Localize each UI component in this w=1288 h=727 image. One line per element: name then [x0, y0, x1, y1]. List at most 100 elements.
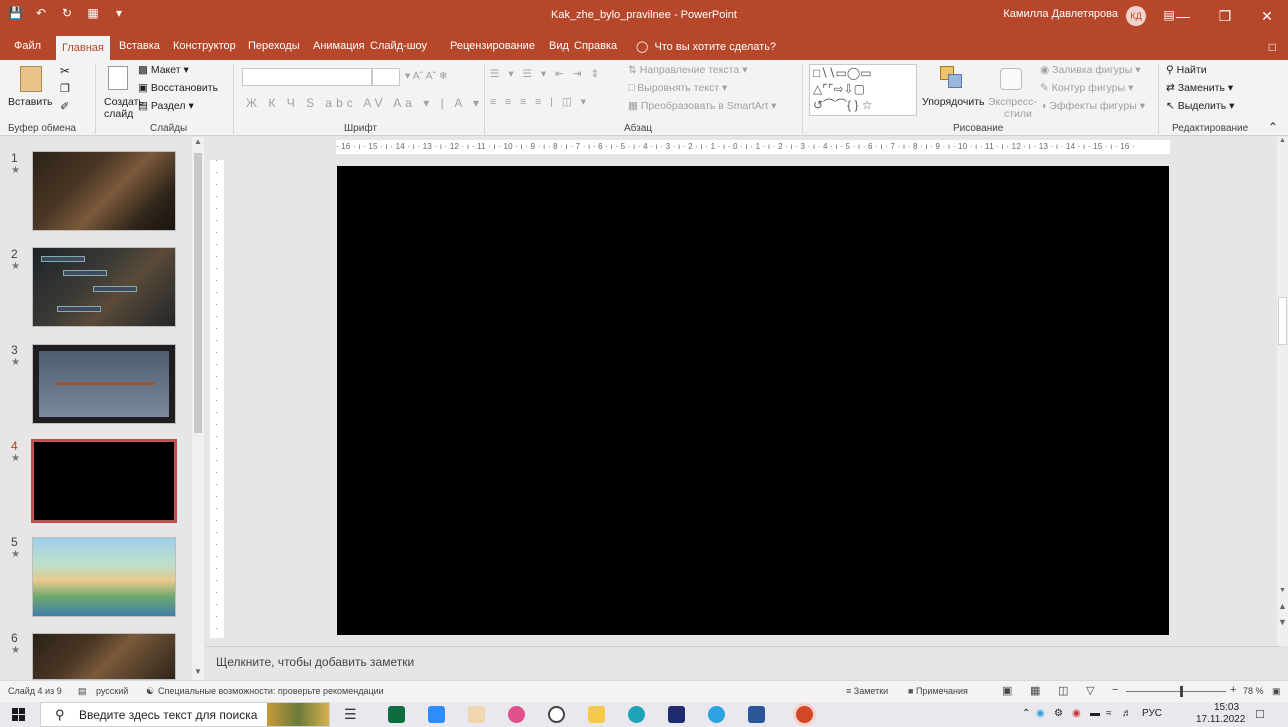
find-button[interactable]: ⚲ Найти — [1166, 64, 1207, 76]
scroll-up-icon[interactable]: ▲ — [1277, 137, 1288, 144]
notes-placeholder[interactable]: Щелкните, чтобы добавить заметки — [216, 655, 414, 669]
align-icons[interactable]: ≡ ≡ ≡ ≡ | ◫ ▾ — [490, 96, 589, 108]
thumbnails-scrollbar[interactable]: ▲ ▼ — [192, 137, 204, 680]
font-format-icons[interactable]: Ж К Ч S abc AV Aa ▾ | A ▾ — [246, 96, 483, 110]
maximize-button[interactable]: ❐ — [1204, 4, 1246, 28]
tab-review[interactable]: Рецензирование — [444, 38, 541, 54]
slide-thumbnail-6[interactable] — [32, 633, 176, 680]
reset-button[interactable]: ▣ Восстановить — [138, 82, 218, 94]
powerpoint-app-icon[interactable] — [796, 706, 813, 723]
tab-design[interactable]: Конструктор — [167, 38, 242, 54]
edge-browser-icon[interactable] — [628, 706, 645, 723]
accessibility-status[interactable]: Специальные возможности: проверьте реком… — [158, 686, 384, 696]
photo-app-icon[interactable] — [468, 706, 485, 723]
tab-transitions[interactable]: Переходы — [242, 38, 306, 54]
notes-pane[interactable]: Щелкните, чтобы добавить заметки — [206, 646, 1280, 680]
zoom-slider-thumb[interactable] — [1180, 686, 1183, 697]
paste-button[interactable]: Вставить — [8, 96, 53, 108]
copy-icon[interactable]: ❐ — [60, 82, 70, 95]
tray-settings-icon[interactable]: ⚙ — [1054, 708, 1063, 719]
text-direction-button[interactable]: ⇅ Направление текста ▾ — [628, 64, 747, 76]
zoom-in-icon[interactable]: + — [1230, 684, 1236, 696]
tab-slideshow[interactable]: Слайд-шоу — [364, 38, 433, 54]
editor-scrollbar-thumb[interactable] — [1278, 297, 1287, 345]
battery-icon[interactable]: ▬ — [1090, 708, 1100, 719]
shape-effects-button[interactable]: ◑ Эффекты фигуры ▾ — [1040, 100, 1145, 112]
zoom-out-icon[interactable]: − — [1112, 684, 1118, 696]
smartart-button[interactable]: ▦ Преобразовать в SmartArt ▾ — [628, 100, 776, 112]
chatgpt-app-icon[interactable] — [548, 706, 565, 723]
quick-styles-button[interactable]: Экспресс- — [988, 96, 1037, 108]
paste-icon[interactable] — [20, 66, 42, 92]
spellcheck-icon[interactable]: ▤ — [78, 686, 87, 697]
arrange-icon[interactable] — [940, 66, 964, 90]
shape-fill-button[interactable]: ◉ Заливка фигуры ▾ — [1040, 64, 1140, 76]
telegram-app-icon[interactable] — [708, 706, 725, 723]
tab-file[interactable]: Файл — [8, 38, 47, 54]
slideshow-view-icon[interactable]: ▽ — [1086, 684, 1094, 697]
keyboard-language[interactable]: РУС — [1142, 708, 1162, 719]
calculator-app-icon[interactable] — [388, 706, 405, 723]
normal-view-icon[interactable]: ▣ — [1002, 684, 1012, 697]
shapes-gallery[interactable]: □∖∖▭◯▭ △⌜⌜⇨⇩▢ ↺⌒⌒{ } ☆ — [809, 64, 917, 116]
language-indicator[interactable]: русский — [96, 686, 128, 696]
close-button[interactable]: ✕ — [1246, 4, 1288, 28]
minimize-button[interactable]: — — [1162, 4, 1204, 28]
accessibility-icon[interactable]: ☯ — [146, 686, 154, 697]
browser-app-icon[interactable] — [508, 706, 525, 723]
clock-time[interactable]: 15:03 — [1214, 702, 1239, 713]
tab-insert[interactable]: Вставка — [113, 38, 166, 54]
slide-thumbnail-4-selected[interactable] — [31, 439, 177, 523]
quick-styles-icon[interactable] — [1000, 68, 1022, 90]
notes-button[interactable]: ≡ Заметки — [846, 686, 888, 696]
fit-slide-icon[interactable]: ▣ — [1272, 686, 1281, 697]
zoom-level[interactable]: 78 % — [1243, 686, 1264, 696]
user-name[interactable]: Камилла Давлетярова — [1003, 8, 1118, 20]
v-app-icon[interactable] — [668, 706, 685, 723]
windows-start-icon[interactable] — [12, 708, 25, 721]
scroll-down-icon[interactable]: ▼ — [192, 667, 204, 679]
zoom-slider[interactable] — [1126, 691, 1226, 692]
show-hidden-icons-icon[interactable]: ⌃ — [1022, 708, 1030, 719]
scroll-down-icon[interactable]: ▼ — [1277, 587, 1288, 594]
tell-me-box[interactable]: ◯ Что вы хотите сделать? — [630, 38, 782, 55]
tray-app-icon[interactable]: ◉ — [1036, 708, 1045, 719]
replace-button[interactable]: ⇄ Заменить ▾ — [1166, 82, 1233, 94]
volume-icon[interactable]: ♬ — [1122, 708, 1132, 719]
zoom-app-icon[interactable] — [428, 706, 445, 723]
font-size-input[interactable] — [372, 68, 400, 86]
select-button[interactable]: ↖ Выделить ▾ — [1166, 100, 1234, 112]
scrollbar-thumb[interactable] — [194, 153, 202, 433]
collapse-ribbon-icon[interactable]: ⌃ — [1268, 120, 1278, 134]
shape-outline-button[interactable]: ✎ Контур фигуры ▾ — [1040, 82, 1133, 94]
list-icons[interactable]: ☰ ▾ ☰ ▾ ⇤ ⇥ ⇕ — [490, 68, 602, 80]
slide-sorter-icon[interactable]: ▦ — [1030, 684, 1040, 697]
new-slide-button-line2[interactable]: слайд — [104, 108, 133, 120]
arrange-button[interactable]: Упорядочить — [922, 96, 984, 108]
font-size-controls-icon[interactable]: ▾ Aˆ Aˇ ❄ — [405, 70, 448, 82]
cut-icon[interactable]: ✂ — [60, 64, 70, 78]
format-painter-icon[interactable]: ✐ — [60, 100, 69, 113]
slide-canvas[interactable] — [337, 166, 1169, 635]
comments-button[interactable]: ■ Примечания — [908, 686, 968, 696]
taskbar-search-box[interactable]: ⚲ Введите здесь текст для поиска — [40, 702, 330, 727]
editor-scrollbar[interactable]: ▲ ▼ ▲ ▼ — [1277, 137, 1288, 646]
slide-thumbnail-2[interactable] — [32, 247, 176, 327]
quick-styles-button-line2[interactable]: стили — [1004, 108, 1032, 120]
font-name-input[interactable] — [242, 68, 372, 86]
tab-help[interactable]: Справка — [568, 38, 623, 54]
slide-thumbnail-5[interactable] — [32, 537, 176, 617]
tab-home[interactable]: Главная — [56, 36, 110, 60]
next-slide-icon[interactable]: ▼ — [1277, 617, 1288, 627]
reading-view-icon[interactable]: ◫ — [1058, 684, 1068, 697]
comments-icon[interactable]: □ — [1269, 40, 1276, 54]
wifi-icon[interactable]: ≈ — [1106, 708, 1112, 719]
avatar[interactable]: КД — [1126, 6, 1146, 26]
previous-slide-icon[interactable]: ▲ — [1277, 601, 1288, 611]
slide-thumbnail-1[interactable] — [32, 151, 176, 231]
clock-date[interactable]: 17.11.2022 — [1196, 714, 1245, 725]
align-text-button[interactable]: □ Выровнять текст ▾ — [628, 82, 727, 94]
slide-thumbnail-3[interactable] — [32, 344, 176, 424]
file-explorer-icon[interactable] — [588, 706, 605, 723]
tab-animations[interactable]: Анимация — [307, 38, 371, 54]
